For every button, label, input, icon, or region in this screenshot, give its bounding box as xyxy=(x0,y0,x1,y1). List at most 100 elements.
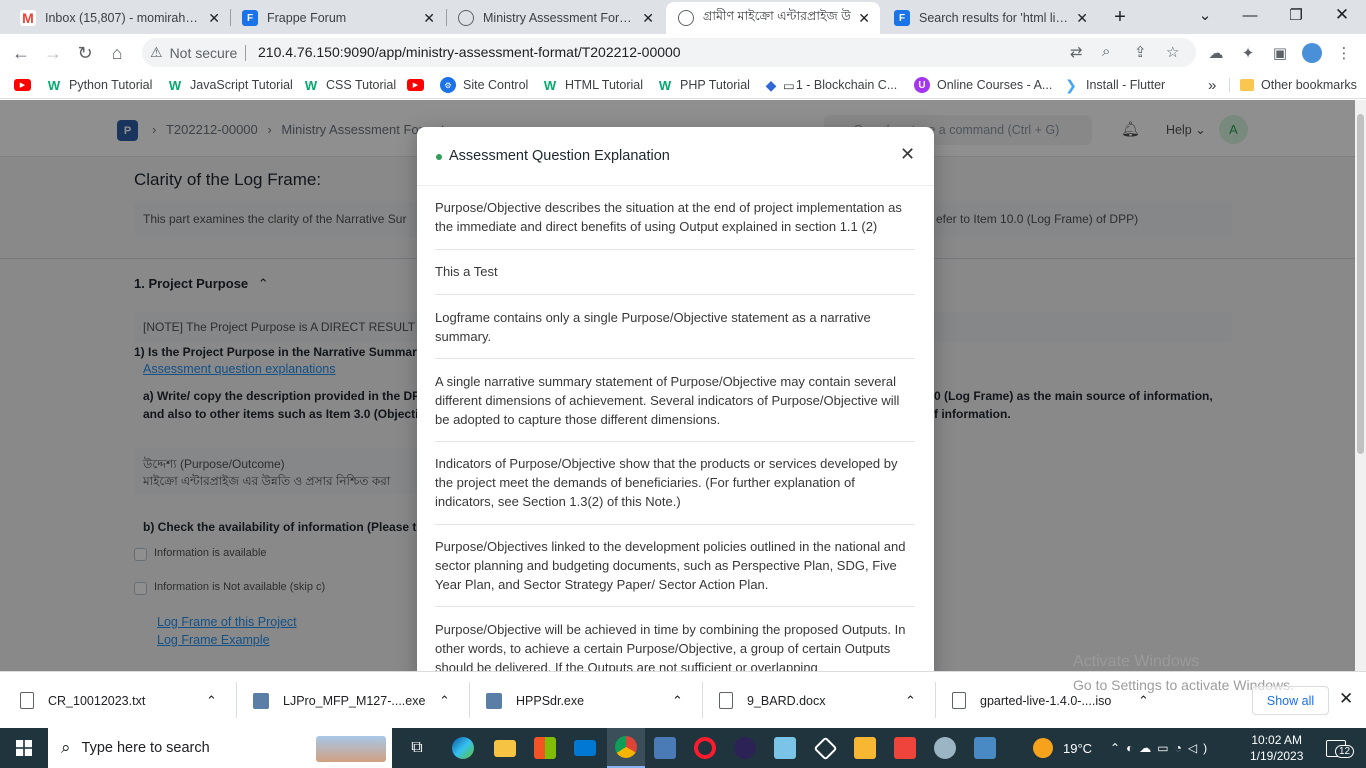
page-scrollbar[interactable] xyxy=(1355,100,1366,671)
tab-ministry-assessment[interactable]: Ministry Assessment Format ✕ xyxy=(446,2,664,34)
share-icon[interactable]: ⇪ xyxy=(1134,43,1147,61)
frappe-icon: F xyxy=(242,10,258,26)
extensions-puzzle-icon[interactable]: ✦ xyxy=(1235,40,1261,66)
bookmark-online-courses[interactable]: U Online Courses - A... xyxy=(914,75,1052,95)
bookmark-site-control[interactable]: ⚙ Site Control xyxy=(440,75,528,95)
bookmark-html[interactable]: W HTML Tutorial xyxy=(542,75,643,95)
tab-search-icon[interactable]: ⌄ xyxy=(1185,0,1225,30)
tab-title: গ্রামীণ মাইক্রো এন্টারপ্রাইজ উ xyxy=(703,9,851,23)
chrome-icon[interactable] xyxy=(607,728,645,768)
remote-app-icon[interactable] xyxy=(967,728,1003,768)
paint-icon[interactable] xyxy=(847,728,883,768)
bookmark-blockchain[interactable]: ◆ ▭ 1 - Blockchain C... xyxy=(763,75,898,95)
comment-icon: ▭ xyxy=(783,78,795,93)
globe-icon xyxy=(458,10,474,26)
security-label: Not secure xyxy=(169,44,238,61)
bookmarks-overflow-button[interactable]: » xyxy=(1208,75,1216,95)
restore-button[interactable]: ❐ xyxy=(1276,0,1316,30)
tab-gmail[interactable]: M Inbox (15,807) - momirahman ✕ xyxy=(8,2,230,34)
forward-arrow-icon[interactable]: → xyxy=(40,40,66,66)
store-icon[interactable] xyxy=(527,728,563,768)
zoom-icon[interactable]: ⌕ xyxy=(1102,43,1110,60)
tab-frappe-forum[interactable]: F Frappe Forum ✕ xyxy=(230,2,445,34)
security-indicator[interactable]: ⚠ Not secure xyxy=(150,44,237,61)
show-all-button[interactable]: Show all xyxy=(1252,686,1329,715)
chevron-up-icon[interactable]: ⌃ xyxy=(905,693,916,709)
download-item[interactable]: HPPSdr.exe ⌃ xyxy=(486,672,691,729)
more-menu-icon[interactable]: ⋮ xyxy=(1331,40,1357,66)
minimize-button[interactable]: — xyxy=(1230,0,1270,30)
virtualbox-icon[interactable] xyxy=(807,728,843,768)
extension-cloud-icon[interactable]: ☁ xyxy=(1203,40,1229,66)
chevron-up-icon[interactable]: ⌃ xyxy=(1138,693,1149,709)
bookmark-php[interactable]: W PHP Tutorial xyxy=(657,75,750,95)
bookmark-python[interactable]: W Python Tutorial xyxy=(46,75,153,95)
close-icon[interactable]: ✕ xyxy=(423,10,435,27)
windows-start-icon[interactable] xyxy=(0,728,48,768)
bookmark-youtube[interactable]: ▶ xyxy=(14,75,38,95)
file-explorer-icon[interactable] xyxy=(487,728,523,768)
network-app-icon[interactable] xyxy=(647,728,683,768)
mail-icon[interactable] xyxy=(567,728,603,768)
url-text[interactable]: 210.4.76.150:9090/app/ministry-assessmen… xyxy=(258,44,681,60)
w3schools-icon: W xyxy=(543,77,557,93)
bookmark-youtube-2[interactable]: ▶ xyxy=(407,75,431,95)
edge-icon[interactable] xyxy=(445,728,481,768)
task-view-icon[interactable]: ⧉ xyxy=(402,728,432,768)
opera-icon[interactable] xyxy=(687,728,723,768)
close-icon[interactable]: ✕ xyxy=(1339,689,1353,709)
tab-title: Ministry Assessment Format xyxy=(483,11,637,25)
udemy-icon: U xyxy=(914,77,930,93)
scrollbar-thumb[interactable] xyxy=(1357,114,1364,454)
settings-app-icon[interactable] xyxy=(927,728,963,768)
globe-icon xyxy=(678,10,694,26)
warning-icon: ⚠ xyxy=(150,44,163,60)
bookmark-label: Python Tutorial xyxy=(69,78,153,92)
exe-file-icon xyxy=(253,692,269,709)
notepad-icon[interactable] xyxy=(767,728,803,768)
bookmark-javascript[interactable]: W JavaScript Tutorial xyxy=(167,75,293,95)
weather-widget[interactable]: 19°C xyxy=(1033,728,1092,768)
close-icon[interactable]: ✕ xyxy=(642,10,654,27)
bookmark-star-icon[interactable]: ☆ xyxy=(1166,43,1179,61)
translate-icon[interactable]: ⇄ xyxy=(1070,43,1083,61)
back-arrow-icon[interactable]: ← xyxy=(8,40,34,66)
bookmark-label: Site Control xyxy=(463,78,529,92)
download-item[interactable]: CR_10012023.txt ⌃ xyxy=(20,672,225,729)
side-panel-icon[interactable]: ▣ xyxy=(1267,40,1293,66)
profile-avatar-icon[interactable] xyxy=(1299,40,1325,66)
eclipse-icon[interactable] xyxy=(727,728,763,768)
download-item[interactable]: LJPro_MFP_M127-....exe ⌃ xyxy=(253,672,458,729)
chevron-up-icon[interactable]: ⌃ xyxy=(672,693,683,709)
bookmark-flutter[interactable]: ❯ Install - Flutter xyxy=(1063,75,1165,95)
reload-icon[interactable]: ↻ xyxy=(72,40,98,66)
taskbar-search-input[interactable]: ⌕ Type here to search xyxy=(48,728,392,768)
home-icon[interactable]: ⌂ xyxy=(104,40,130,66)
tab-active-bengali[interactable]: গ্রামীণ মাইক্রো এন্টারপ্রাইজ উ ✕ xyxy=(666,2,880,34)
bookmark-label: Install - Flutter xyxy=(1086,78,1166,92)
chevron-up-icon[interactable]: ⌃ xyxy=(206,693,217,709)
chevron-up-icon[interactable]: ⌃ xyxy=(439,693,450,709)
close-icon[interactable]: ✕ xyxy=(1076,10,1088,27)
tab-strip: M Inbox (15,807) - momirahman ✕ F Frappe… xyxy=(0,0,1366,34)
bookmark-label: CSS Tutorial xyxy=(326,78,397,92)
anydesk-icon[interactable] xyxy=(887,728,923,768)
tab-search-results[interactable]: F Search results for 'html link n ✕ xyxy=(882,2,1098,34)
close-icon[interactable]: ✕ xyxy=(900,144,915,165)
new-tab-button[interactable]: + xyxy=(1100,2,1140,32)
close-icon[interactable]: ✕ xyxy=(208,10,220,27)
close-window-button[interactable]: ✕ xyxy=(1322,0,1362,30)
bookmark-label: 1 - Blockchain C... xyxy=(795,78,898,92)
download-filename: CR_10012023.txt xyxy=(48,693,146,708)
bookmark-css[interactable]: W CSS Tutorial xyxy=(303,75,396,95)
clock-date: 1/19/2023 xyxy=(1250,749,1304,763)
clock[interactable]: 10:02 AM 1/19/2023 xyxy=(1250,728,1303,768)
iso-file-icon xyxy=(952,692,966,709)
download-item[interactable]: 9_BARD.docx ⌃ xyxy=(719,672,924,729)
notification-center[interactable]: 12 xyxy=(1326,728,1355,768)
system-tray[interactable]: ⌃ ◐☁▭◔◁) xyxy=(1110,728,1213,768)
divider xyxy=(245,45,246,61)
address-bar[interactable]: ⚠ Not secure 210.4.76.150:9090/app/minis… xyxy=(142,38,1196,67)
other-bookmarks[interactable]: Other bookmarks xyxy=(1240,75,1357,95)
close-icon[interactable]: ✕ xyxy=(858,10,870,27)
